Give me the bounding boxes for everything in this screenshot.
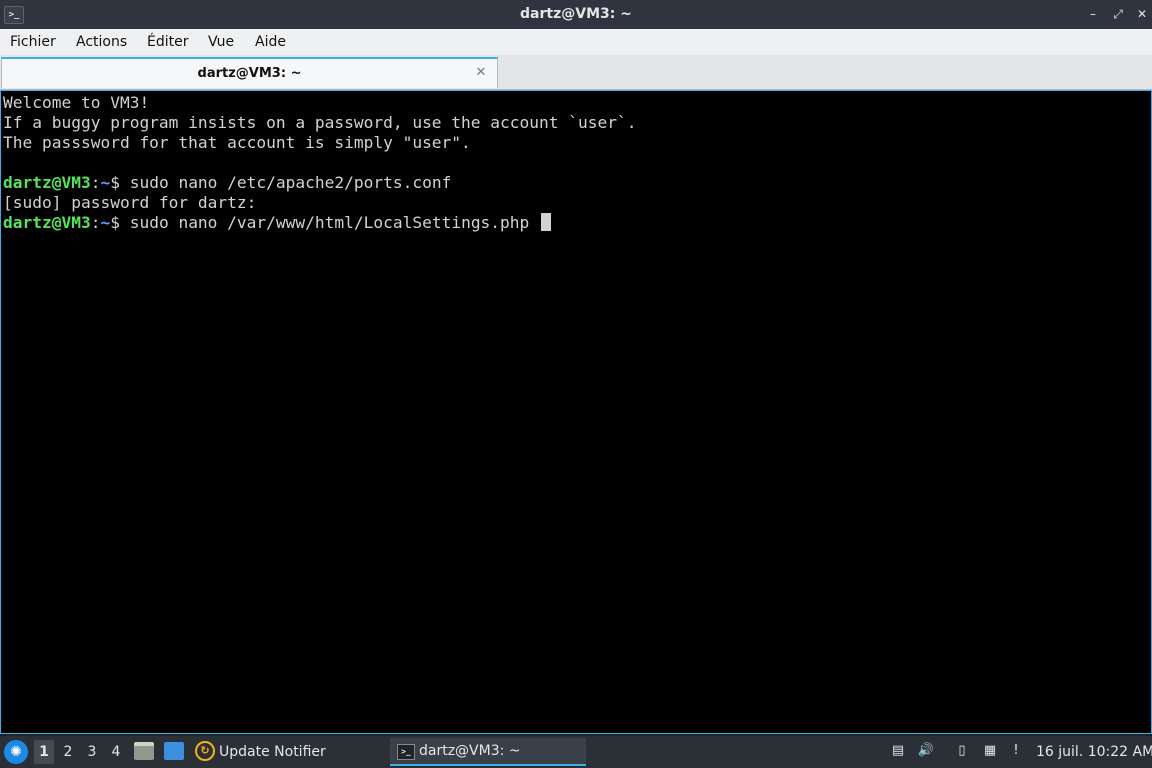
- prompt-separator: :: [90, 173, 101, 192]
- tab-terminal[interactable]: dartz@VM3: ~ ✕: [1, 57, 498, 88]
- text-cursor: [541, 213, 552, 231]
- clock[interactable]: 16 juil. 10:22 AM: [1036, 736, 1152, 768]
- update-notifier-icon: ↻: [195, 741, 215, 761]
- clipboard-icon[interactable]: ▯: [953, 742, 971, 760]
- terminal-line-command-1: dartz@VM3:~$ sudo nano /etc/apache2/port…: [3, 173, 451, 193]
- title-bar: >_ dartz@VM3: ~ – ⤢ ✕: [0, 0, 1152, 29]
- prompt-symbol: $: [110, 173, 120, 192]
- update-notifier-label: Update Notifier: [219, 744, 326, 760]
- network-icon[interactable]: ▦: [981, 742, 999, 760]
- terminal-icon: >_: [397, 744, 415, 760]
- menu-bar: Fichier Actions Éditer Vue Aide: [0, 29, 1152, 55]
- close-icon[interactable]: ✕: [1134, 6, 1150, 22]
- tab-bar: dartz@VM3: ~ ✕: [0, 55, 1152, 90]
- notification-icon[interactable]: !: [1007, 742, 1025, 760]
- task-label: dartz@VM3: ~: [419, 743, 521, 759]
- minimize-icon[interactable]: –: [1085, 6, 1101, 22]
- terminal-line-sudo-prompt: [sudo] password for dartz:: [3, 193, 257, 212]
- taskbar: ✺ 1 2 3 4 ↻ Update Notifier >_ dartz@VM3…: [0, 736, 1152, 768]
- tab-close-icon[interactable]: ✕: [473, 65, 489, 81]
- menu-actions[interactable]: Actions: [76, 29, 127, 55]
- workspace-3[interactable]: 3: [82, 740, 102, 764]
- terminal-line-command-2: dartz@VM3:~$ sudo nano /var/www/html/Loc…: [3, 213, 552, 233]
- prompt-user: dartz@VM3: [3, 173, 91, 192]
- maximize-icon[interactable]: ⤢: [1110, 6, 1126, 22]
- menu-fichier[interactable]: Fichier: [10, 29, 56, 55]
- tab-label: dartz@VM3: ~: [197, 66, 302, 81]
- prompt-user: dartz@VM3: [3, 213, 91, 232]
- workspace-2[interactable]: 2: [58, 740, 78, 764]
- window-title: dartz@VM3: ~: [520, 6, 632, 22]
- command-text: sudo nano /var/www/html/LocalSettings.ph…: [119, 213, 540, 232]
- prompt-path: ~: [100, 173, 111, 192]
- workspace-1[interactable]: 1: [34, 740, 54, 764]
- menu-aide[interactable]: Aide: [255, 29, 286, 55]
- lxqt-start-icon[interactable]: ✺: [4, 740, 28, 764]
- taskbar-task-terminal[interactable]: >_ dartz@VM3: ~: [390, 738, 586, 766]
- menu-vue[interactable]: Vue: [208, 29, 234, 55]
- terminal-line-info2: The passsword for that account is simply…: [3, 133, 471, 152]
- menu-editer[interactable]: Éditer: [147, 29, 188, 55]
- terminal-area[interactable]: Welcome to VM3! If a buggy program insis…: [0, 90, 1152, 734]
- prompt-symbol: $: [110, 213, 120, 232]
- drive-icon[interactable]: ▤: [889, 742, 907, 760]
- show-desktop-icon[interactable]: [164, 742, 184, 760]
- prompt-separator: :: [90, 213, 101, 232]
- terminal-line-info1: If a buggy program insists on a password…: [3, 113, 637, 132]
- prompt-path: ~: [100, 213, 111, 232]
- volume-icon[interactable]: 🔊: [917, 742, 935, 760]
- command-text: sudo nano /etc/apache2/ports.conf: [119, 173, 452, 192]
- terminal-line-welcome: Welcome to VM3!: [3, 93, 150, 112]
- workspace-4[interactable]: 4: [106, 740, 126, 764]
- file-manager-icon[interactable]: [134, 742, 154, 760]
